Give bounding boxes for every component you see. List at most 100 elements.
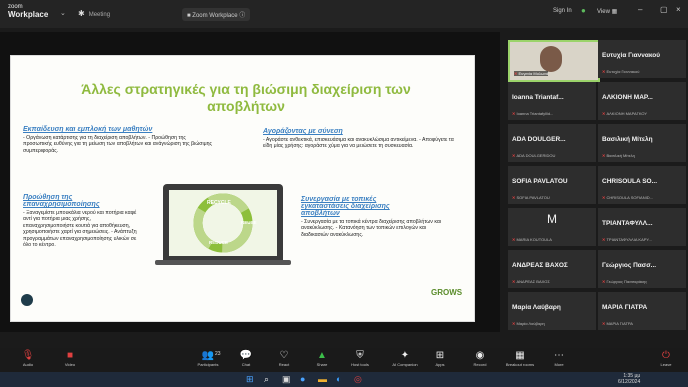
- participant-name: Μαρία Λαύβαρη: [512, 304, 561, 311]
- participant-tile[interactable]: Ευτυχία Γιαννακού ✕ Ευτυχία Γιαννακού: [598, 40, 686, 78]
- participant-subname-text: Μαρία Λαύβαρη: [516, 321, 545, 326]
- section-cooperation-title1: Συνεργασία με τοπικές: [301, 196, 377, 203]
- more-button[interactable]: ⋯ More: [545, 350, 573, 367]
- share-label: Share: [316, 362, 328, 367]
- video-icon: ■: [187, 13, 191, 19]
- chat-label: Chat: [241, 362, 251, 367]
- view-button[interactable]: View ▦: [597, 8, 617, 15]
- minimize-icon[interactable]: –: [638, 5, 642, 14]
- participant-subname: ✕ Βασιλική Μίτελη: [602, 153, 635, 158]
- section-buying: Αγοράζοντας με σύνεση - Αγοράστε ανθεκτι…: [263, 128, 459, 150]
- participant-tile[interactable]: ΑΛΚΙΟΝΗ ΜΑΡ... ✕ ΑΛΚΙΟΝΗ ΜΑΡΑΓΚΟΥ: [598, 82, 686, 120]
- search-icon[interactable]: ⌕: [264, 374, 269, 385]
- record-button[interactable]: ◉ Record: [466, 350, 494, 367]
- windows-start-icon[interactable]: ⊞: [246, 374, 254, 385]
- host-tools-label: Host tools: [351, 362, 369, 367]
- leave-icon: ⏻: [662, 350, 670, 361]
- reduce-label: REDUCE: [209, 240, 229, 245]
- participant-subname-text: Ευγενία Μυλωνά: [518, 71, 549, 76]
- participant-subname: ✕ ΜΑΡΙΑ ΓΙΑΤΡΑ: [602, 321, 633, 326]
- logo-line2: Workplace: [8, 10, 49, 19]
- ai-companion-button[interactable]: ✦ AI Companion: [388, 350, 422, 367]
- participant-subname: ✕ Ioanna Triantafyllid...: [512, 111, 553, 116]
- breakout-rooms-button[interactable]: ▦ Breakout rooms: [503, 350, 537, 367]
- chevron-down-icon[interactable]: ⌄: [60, 9, 66, 17]
- heart-icon: ♡: [279, 350, 289, 361]
- signin-link[interactable]: Sign In: [553, 8, 572, 14]
- participant-tile[interactable]: ADA DOULGER... ✕ ADA DOULGERIDOU: [508, 124, 596, 162]
- chrome-icon[interactable]: ◎: [354, 374, 362, 385]
- apps-button[interactable]: ⊞ Apps: [426, 350, 454, 367]
- share-button[interactable]: ▲ Share: [308, 350, 336, 367]
- participant-subname: ✕ ΑΛΚΙΟΝΗ ΜΑΡΑΓΚΟΥ: [602, 111, 647, 116]
- audio-button[interactable]: 🎙 Audio: [14, 350, 42, 367]
- home-tab[interactable]: ✱ Meeting: [78, 9, 110, 18]
- section-education-title: Εκπαίδευση και εμπλοκή των μαθητών: [23, 126, 153, 133]
- edge-icon[interactable]: ◐: [336, 374, 341, 384]
- logo-badge: [21, 294, 33, 306]
- react-button[interactable]: ♡ React: [270, 350, 298, 367]
- section-buying-title: Αγοράζοντας με σύνεση: [263, 128, 343, 135]
- participant-tile[interactable]: CHRISOULA SO... ✕ CHRISOULA SOFIANID...: [598, 166, 686, 204]
- participant-name: Βασιλική Μίτελη: [602, 136, 653, 143]
- reuse-label: REUSE: [241, 220, 257, 225]
- participant-subname-text: ΑΝΔΡΕΑΣ ΒΑΧΟΣ: [516, 279, 550, 284]
- recycle-label: RECYCLE: [207, 200, 231, 206]
- participant-subname: ✕ SOFIA PAVLATOU: [512, 195, 550, 200]
- participant-tile[interactable]: ΜΑΡΙΑ ΓΙΑΤΡΑ ✕ ΜΑΡΙΑ ΓΙΑΤΡΑ: [598, 292, 686, 330]
- participant-tile[interactable]: ΑΝΔΡΕΑΣ ΒΑΧΟΣ ✕ ΑΝΔΡΕΑΣ ΒΑΧΟΣ: [508, 250, 596, 288]
- section-buying-body: - Αγοράστε ανθεκτικά, επισκευάσιμα και α…: [263, 137, 454, 150]
- participant-tile[interactable]: Μαρία Λαύβαρη ✕ Μαρία Λαύβαρη: [508, 292, 596, 330]
- participant-subname-text: Ioanna Triantafyllid...: [516, 111, 554, 116]
- participants-label: Participants: [197, 362, 219, 367]
- meeting-toolbar: 🎙 Audio ■ Video 👥 Participants 23 💬 Chat ♡ Re…: [0, 348, 688, 372]
- participant-tile[interactable]: M ✕ MARIA KOUTOULA: [508, 208, 596, 246]
- participant-tile[interactable]: Γεώργιος Πασσ... ✕ Γεώργιος Πασσαράκης: [598, 250, 686, 288]
- leave-label: Leave: [660, 362, 672, 367]
- video-button[interactable]: ■ Video: [56, 350, 84, 367]
- breakout-icon: ▦: [515, 350, 525, 361]
- section-education: Εκπαίδευση και εμπλοκή των μαθητών - Οργ…: [23, 126, 213, 154]
- record-icon: ◉: [475, 350, 485, 361]
- section-cooperation-body: - Συνεργασία με τα τοπικά κέντρα διαχείρ…: [301, 219, 441, 238]
- participant-name: Ioanna Triantaf...: [512, 94, 564, 101]
- apps-icon: ⊞: [435, 350, 445, 361]
- zoom-taskbar-icon[interactable]: ●: [300, 374, 305, 384]
- participant-panel: Ευγενία Μυλωνά✕ Ευγενία ΜυλωνάΕυτυχία Γι…: [508, 40, 688, 340]
- system-clock[interactable]: 1:35 μμ 6/12/2024: [618, 373, 640, 385]
- participant-name: ADA DOULGER...: [512, 136, 566, 143]
- participant-subname-text: MARIA KOUTOULA: [516, 237, 552, 242]
- leave-button[interactable]: ⏻ Leave: [652, 350, 680, 367]
- meeting-title[interactable]: ■ Zoom Workplace ⓘ: [182, 8, 251, 21]
- section-education-body: - Οργάνωση κατάρτισης για τη διαχείριση …: [23, 135, 212, 154]
- participant-name: SOFIA PAVLATOU: [512, 178, 568, 185]
- maximize-icon[interactable]: ▢: [660, 5, 668, 14]
- close-icon[interactable]: ×: [676, 5, 681, 14]
- participant-tile[interactable]: Ioanna Triantaf... ✕ Ioanna Triantafyllid…: [508, 82, 596, 120]
- participant-tile[interactable]: SOFIA PAVLATOU ✕ SOFIA PAVLATOU: [508, 166, 596, 204]
- audio-label: Audio: [22, 362, 34, 367]
- folder-icon[interactable]: ▬: [318, 374, 327, 384]
- home-icon: ✱: [78, 9, 85, 18]
- section-reuse-title1: Προώθηση της: [23, 194, 73, 201]
- task-view-icon[interactable]: ▣: [282, 374, 291, 385]
- sparkle-icon: ✦: [400, 350, 410, 361]
- participant-tile[interactable]: Βασιλική Μίτελη ✕ Βασιλική Μίτελη: [598, 124, 686, 162]
- grows-logo: GROWS: [431, 288, 463, 297]
- host-tools-button[interactable]: ⛨ Host tools: [346, 350, 374, 367]
- participant-subname: ✕ Μαρία Λαύβαρη: [512, 321, 545, 326]
- participant-name: CHRISOULA SO...: [602, 178, 658, 185]
- slide-title: Άλλες στρατηγικές για τη βιώσιμη διαχείρ…: [51, 81, 441, 115]
- meeting-title-label: Zoom Workplace: [192, 13, 238, 19]
- participant-tile[interactable]: ΤΡΙΑΝΤΑΦΥΛΛ... ✕ ΤΡΙΑΝΤΑΦΥΛΛΙΑ ΚΑΡΥ...: [598, 208, 686, 246]
- info-icon: ⓘ: [239, 13, 246, 19]
- chat-icon: 💬: [239, 350, 253, 361]
- participant-tile[interactable]: Ευγενία Μυλωνά✕ Ευγενία Μυλωνά: [508, 40, 600, 82]
- record-label: Record: [473, 362, 487, 367]
- shield-icon: ⛨: [356, 350, 364, 361]
- zoom-logo: zoom Workplace: [8, 3, 48, 19]
- participant-name: ΜΑΡΙΑ ΓΙΑΤΡΑ: [602, 304, 648, 311]
- participant-subname-text: Βασιλική Μίτελη: [606, 153, 635, 158]
- participant-name: M: [547, 212, 557, 226]
- chat-button[interactable]: 💬 Chat: [232, 350, 260, 367]
